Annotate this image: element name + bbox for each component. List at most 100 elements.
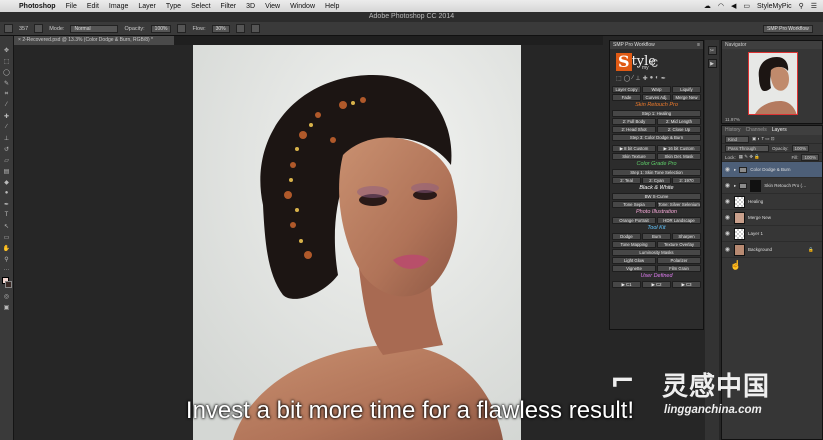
menubar-user[interactable]: StyleMyPic [757, 3, 792, 10]
step1-healing-button[interactable]: Step 1: Healing [612, 110, 701, 117]
workspace-select[interactable]: SMP Pro Workflow [763, 24, 813, 33]
film-grain-button[interactable]: Film Grain [657, 265, 701, 272]
airbrush-icon[interactable] [235, 24, 245, 33]
pen-tool-icon[interactable]: ✒ [2, 200, 11, 208]
clone-stamp-tool-icon[interactable]: ⊥ [2, 134, 11, 142]
healing-icon[interactable]: ✚ [643, 75, 648, 85]
move-tool-icon[interactable]: ✥ [2, 46, 11, 54]
stamp-icon[interactable]: ⊥ [635, 75, 640, 85]
expand-arrow-icon[interactable]: ▸ [734, 183, 736, 189]
menu-select[interactable]: Select [186, 3, 215, 10]
layer-copy-button[interactable]: Layer Copy [612, 86, 641, 93]
menu-image[interactable]: Image [104, 3, 133, 10]
expand-arrow-icon[interactable]: ▸ [734, 167, 736, 173]
tab-channels[interactable]: Channels [746, 126, 767, 135]
16bit-custom-button[interactable]: ▶ 16 bit Custom [657, 145, 701, 152]
8bit-custom-button[interactable]: ▶ 8 bit Custom [612, 145, 656, 152]
pressure-opacity-icon[interactable] [177, 24, 187, 33]
cyan-button[interactable]: 2: Cyan [642, 177, 671, 184]
mid-length-button[interactable]: 2: Mid Length [657, 118, 701, 125]
tone-mapping-button[interactable]: Tone Mapping [612, 241, 656, 248]
creative-cloud-icon[interactable]: ☁ [704, 2, 711, 10]
menu-app-photoshop[interactable]: Photoshop [14, 3, 61, 10]
navigator-thumbnail[interactable] [748, 52, 798, 115]
brush-tool-preset-icon[interactable] [4, 24, 13, 33]
history-brush-tool-icon[interactable]: ↺ [2, 145, 11, 153]
blend-mode-select[interactable]: Pass Through [725, 144, 769, 152]
head-shot-button[interactable]: 2: Head Shot [612, 126, 656, 133]
brush-panel-toggle-icon[interactable] [34, 24, 44, 33]
warp-button[interactable]: Warp [642, 86, 671, 93]
menu-layer[interactable]: Layer [133, 3, 161, 10]
tab-history[interactable]: History [725, 126, 741, 135]
zoom-tool-icon[interactable]: ⚲ [2, 255, 11, 263]
liquify-button[interactable]: Liquify [672, 86, 701, 93]
layer-row[interactable]: ◉ Background 🔒 [722, 242, 822, 258]
wifi-icon[interactable]: ◠ [718, 2, 724, 10]
luminosity-masks-button[interactable]: Luminosity Masks [612, 249, 701, 256]
crop-tool-icon[interactable]: ⌗ [2, 90, 11, 98]
dodge-icon[interactable]: ● [650, 75, 654, 85]
user-c3-button[interactable]: ▶ C3 [672, 281, 701, 288]
tool-presets-icon[interactable]: ✂ [707, 46, 717, 55]
texture-overlay-button[interactable]: Texture Overlay [657, 241, 701, 248]
burn-icon[interactable]: ◐ [655, 75, 659, 85]
layer-opacity-field[interactable]: 100% [791, 144, 810, 152]
user-c1-button[interactable]: ▶ C1 [612, 281, 641, 288]
menu-help[interactable]: Help [320, 3, 344, 10]
color-swatches-icon[interactable] [2, 277, 12, 289]
1970-button[interactable]: 2: 1970 [672, 177, 701, 184]
sharpen-button[interactable]: Sharpen [672, 233, 701, 240]
curves-adj-button[interactable]: Curves Adj. [642, 94, 671, 101]
burn-button[interactable]: Burn [642, 233, 671, 240]
pen-icon[interactable]: ✒ [661, 75, 666, 85]
menu-filter[interactable]: Filter [216, 3, 242, 10]
orange-portrait-button[interactable]: Orange Portrait [612, 217, 656, 224]
panel-menu-icon[interactable]: ≡ [697, 41, 700, 49]
skin-tone-selection-button[interactable]: Step 1: Skin Tone Selection [612, 169, 701, 176]
gradient-tool-icon[interactable]: ▤ [2, 167, 11, 175]
lasso-tool-icon[interactable]: ◯ [2, 68, 11, 76]
spotlight-search-icon[interactable]: ⚲ [799, 2, 804, 10]
tab-layers[interactable]: Layers [772, 126, 787, 135]
flow-field[interactable]: 30% [211, 24, 230, 33]
lasso-icon[interactable]: ◯ [624, 75, 631, 85]
layer-row[interactable]: ◉ Merge New [722, 210, 822, 226]
visibility-eye-icon[interactable]: ◉ [724, 230, 731, 237]
fade-button[interactable]: Fade [612, 94, 641, 101]
polarizer-button[interactable]: Polarizer [657, 257, 701, 264]
teal-button[interactable]: 2: Teal [612, 177, 641, 184]
tone-sepia-button[interactable]: Tone Sepia [612, 201, 656, 208]
filter-icons[interactable]: ▣ ◐ T ▭ ⊡ [752, 136, 775, 142]
layer-row[interactable]: ◉ Healing [722, 194, 822, 210]
brush-size-value[interactable]: 357 [19, 26, 28, 32]
type-tool-icon[interactable]: T [2, 211, 11, 219]
menu-view[interactable]: View [260, 3, 285, 10]
lock-icons[interactable]: ▦ ✎ ✥ 🔒 [739, 154, 760, 160]
opacity-field[interactable]: 100% [150, 24, 172, 33]
bw-s-curve-button[interactable]: BW S-Curve [612, 193, 701, 200]
menu-type[interactable]: Type [161, 3, 186, 10]
vignette-button[interactable]: Vignette [612, 265, 656, 272]
path-select-tool-icon[interactable]: ↖ [2, 222, 11, 230]
user-c2-button[interactable]: ▶ C2 [642, 281, 671, 288]
close-up-button[interactable]: 2: Close Up [657, 126, 701, 133]
eyedropper-tool-icon[interactable]: ⁄ [2, 101, 11, 109]
document-photo[interactable] [193, 45, 521, 440]
visibility-eye-icon[interactable]: ◉ [724, 246, 731, 253]
menu-window[interactable]: Window [285, 3, 320, 10]
dodge-button[interactable]: Dodge [612, 233, 641, 240]
layer-row[interactable]: ◉ ▸ Skin Retouch Pro (… [722, 178, 822, 194]
healing-brush-tool-icon[interactable]: ✚ [2, 112, 11, 120]
layer-row[interactable]: ◉ Layer 1 [722, 226, 822, 242]
menu-3d[interactable]: 3D [241, 3, 260, 10]
document-tab[interactable]: × 2-Recovered.psd @ 13.3% (Color Dodge &… [14, 36, 174, 45]
visibility-eye-icon[interactable]: ◉ [724, 214, 731, 221]
skin-det-mask-button[interactable]: Skin Det. Mask [657, 153, 701, 160]
brush-tool-icon[interactable]: ∕ [2, 123, 11, 131]
full-body-button[interactable]: 2: Full Body [612, 118, 656, 125]
visibility-eye-icon[interactable]: ◉ [724, 198, 731, 205]
marquee-tool-icon[interactable]: ⬚ [2, 57, 11, 65]
actions-play-icon[interactable]: ▶ [707, 59, 717, 68]
blur-tool-icon[interactable]: ◆ [2, 178, 11, 186]
